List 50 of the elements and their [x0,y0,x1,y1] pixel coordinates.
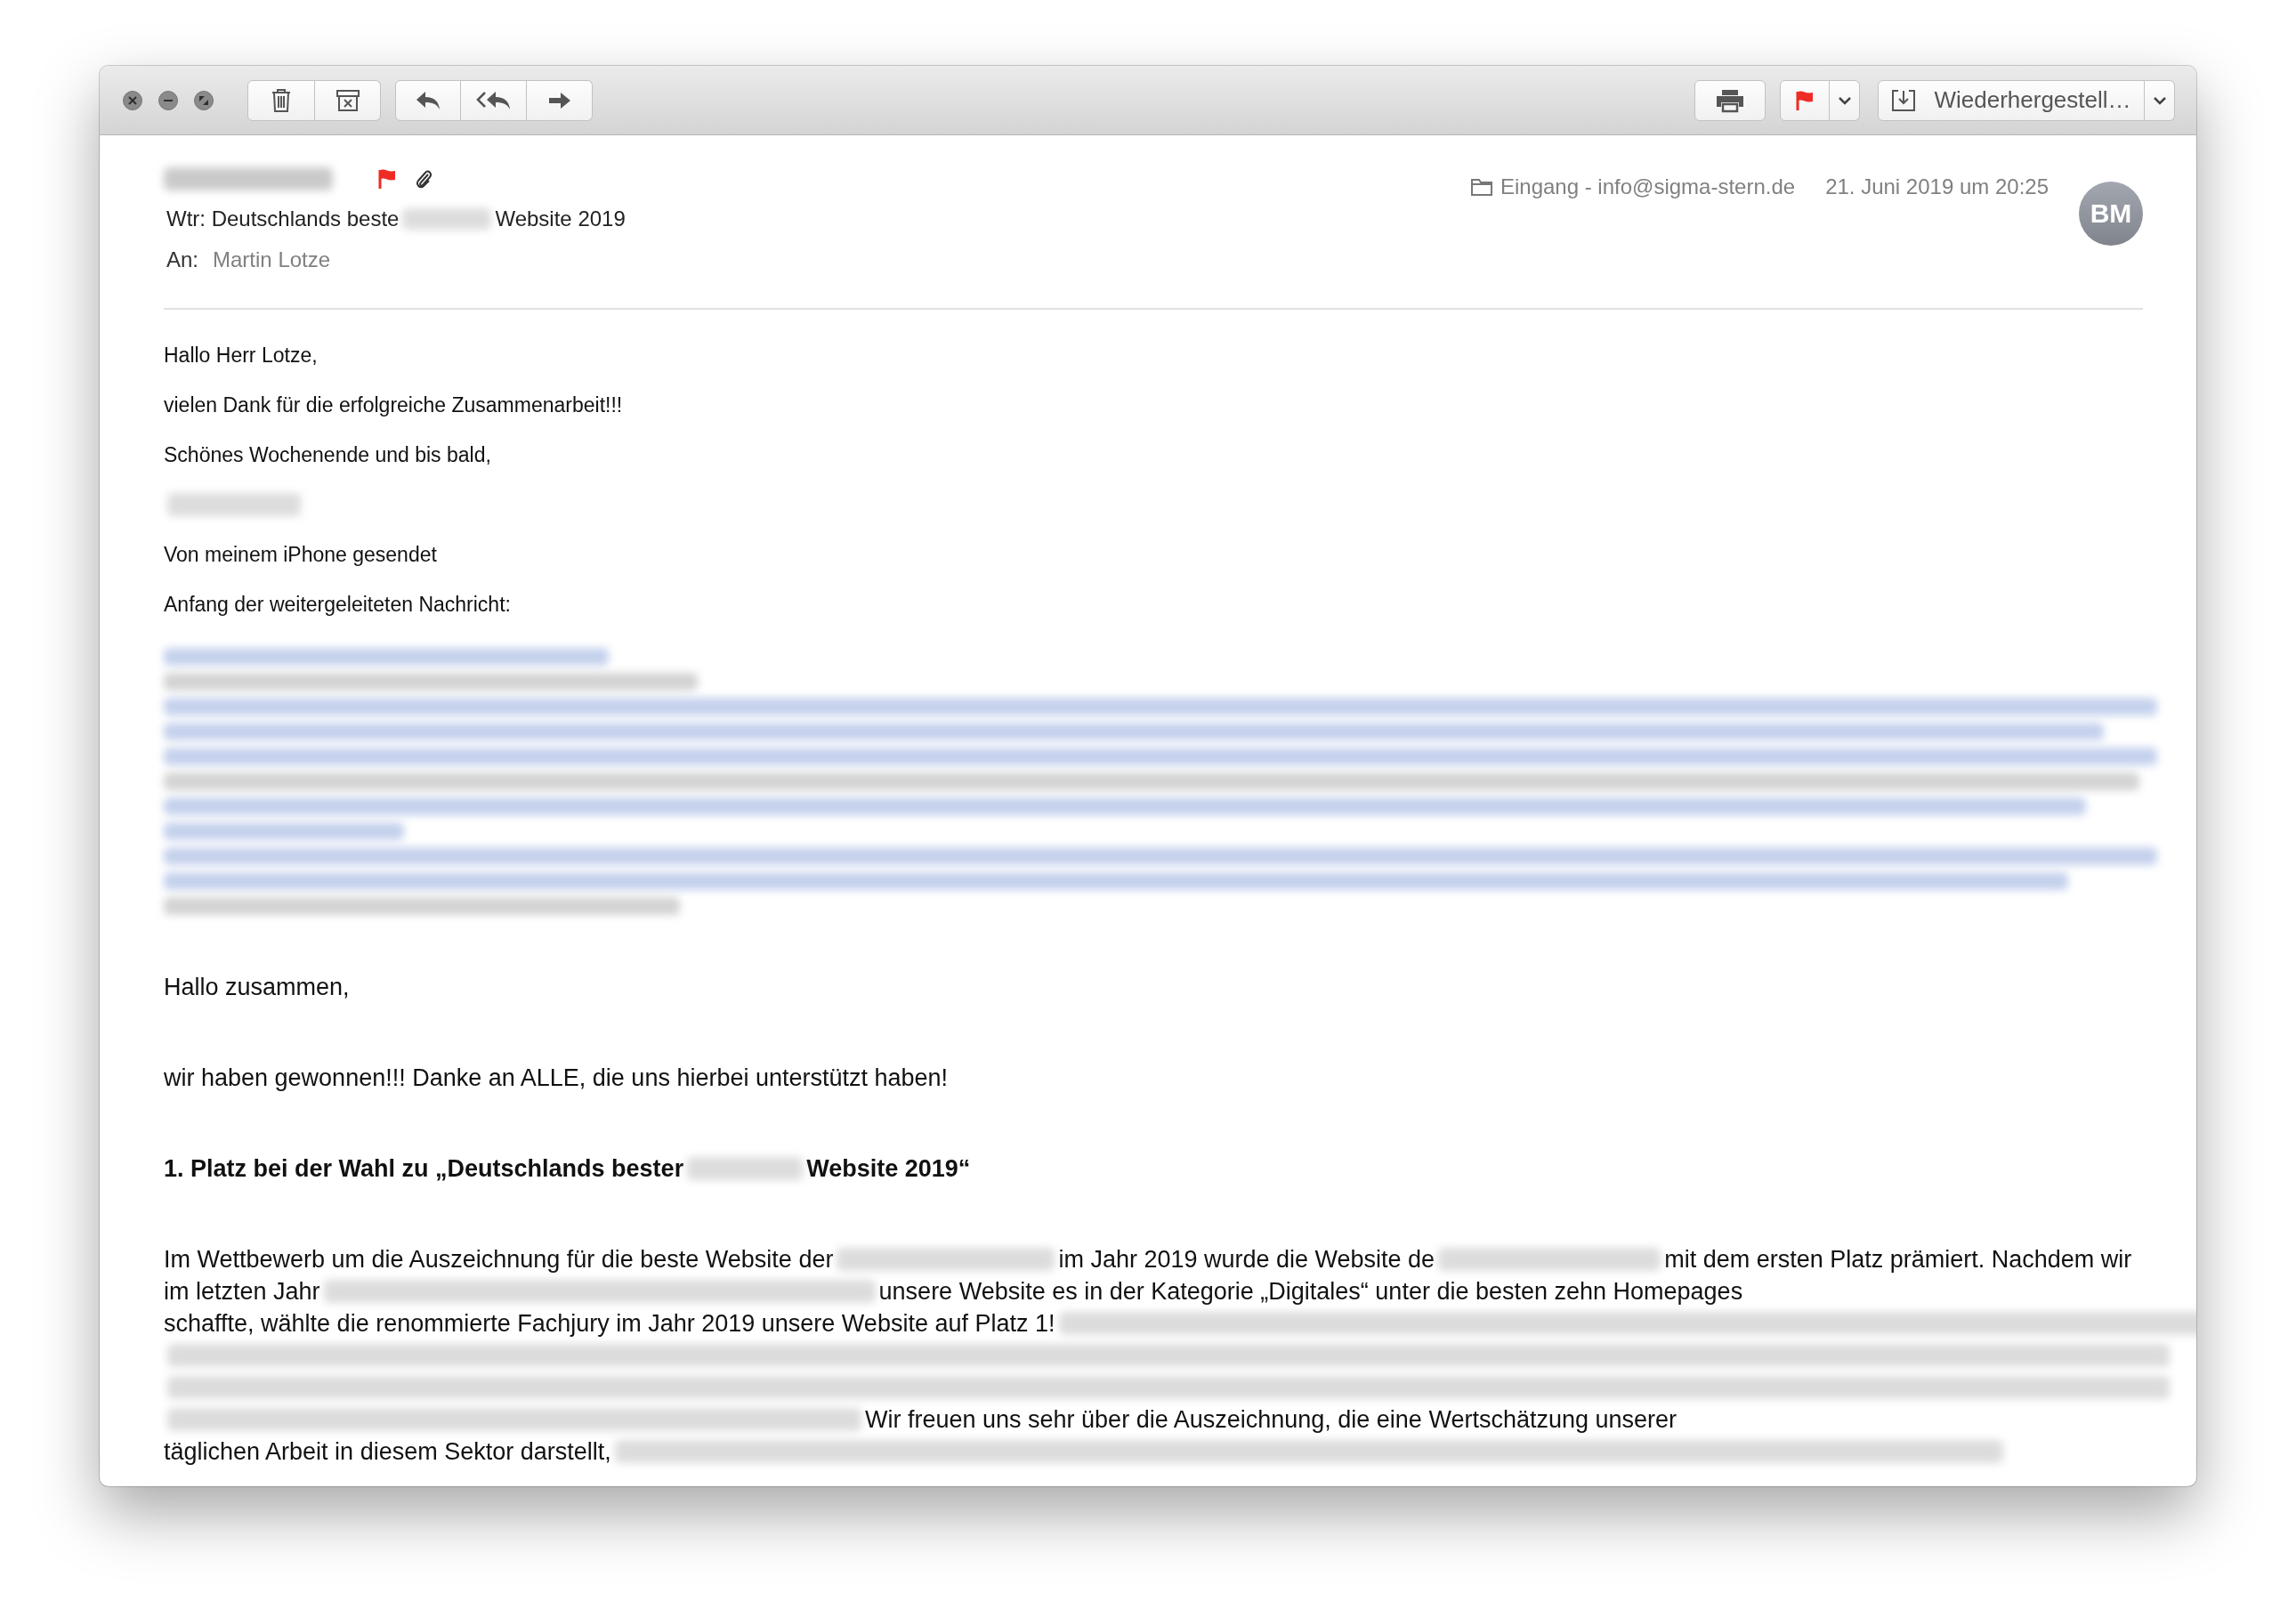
reply-arrow-icon [415,89,441,111]
message-text: Schönes Wochenende und bis bald, [164,442,491,467]
close-icon [127,94,138,106]
folder-icon [1469,177,1493,197]
message-text: im letzten Jahr [164,1277,320,1306]
box-x-icon [335,88,360,112]
tray-arrow-icon [1891,88,1917,112]
sender-avatar: BM [2079,182,2143,246]
recipient-name: Martin Lotze [213,247,331,272]
delete-button[interactable] [247,79,315,121]
message-text: wir haben gewonnen!!! Danke an ALLE, die uns hierbei unterstützt haben! [164,1064,949,1092]
message-text: Im Wettbewerb um die Auszeichnung für die beste Website der [164,1245,834,1274]
message-text: Hallo zusammen, [164,973,350,1001]
message-text: unsere Website es in der Kategorie „Digitales“ unter die besten zehn Homepages [878,1277,1743,1306]
message-text: Wir freuen uns sehr über die Auszeichnung, die eine Wertschätzung unserer [865,1405,1677,1434]
date-text: 21. Juni 2019 um 20:25 [1825,174,2049,199]
minimize-button[interactable] [158,90,178,110]
move-to-mailbox-button[interactable]: Wiederhergestell… [1878,79,2145,121]
message-text: Von meinem iPhone gesendet [164,542,437,567]
message-text: Hallo Herr Lotze, [164,343,318,368]
message-text: Website 2019“ [806,1154,971,1183]
mailbox-menu-button[interactable] [2145,79,2175,121]
print-button[interactable] [1694,79,1766,121]
message-text: mit dem ersten Platz prämiert. Nachdem wir [1664,1245,2132,1274]
flag-icon [1795,89,1815,111]
subject-text: Wtr: Deutschlands beste [166,206,400,231]
diagonal-arrows-icon [198,94,209,106]
mailbox-text: Eingang - info@sigma-stern.de [1500,174,1796,199]
message-text: schaffte, wählte die renommierte Fachjury im Jahr 2019 unsere Website auf Platz 1! [164,1309,1055,1338]
subject-text: Website 2019 [495,206,626,231]
fullscreen-button[interactable] [194,90,214,110]
message-text: 1. Platz bei der Wahl zu „Deutschlands bester [164,1154,684,1183]
recipient-label: An: [166,247,199,272]
message-text: im Jahr 2019 wurde die Website de [1058,1245,1435,1274]
reply-all-button[interactable] [461,79,527,121]
message-text: Anfang der weitergeleiteten Nachricht: [164,592,511,617]
close-button[interactable] [123,90,142,110]
message-text: vielen Dank für die erfolgreiche Zusammenarbeit!!! [164,392,623,417]
reply-button[interactable] [395,79,461,121]
junk-button[interactable] [315,79,381,121]
double-arrow-icon [475,89,512,111]
caret-icon [2152,95,2167,105]
trash-icon [271,87,292,113]
printer-icon [1715,87,1745,113]
message-text: täglichen Arbeit in diesem Sektor darstellt, [164,1437,611,1466]
flag-menu-button[interactable] [1830,79,1860,121]
flag-button[interactable] [1780,79,1830,121]
forward-button[interactable] [527,79,593,121]
caret-icon [1837,95,1852,105]
right-arrow-icon [546,90,572,110]
